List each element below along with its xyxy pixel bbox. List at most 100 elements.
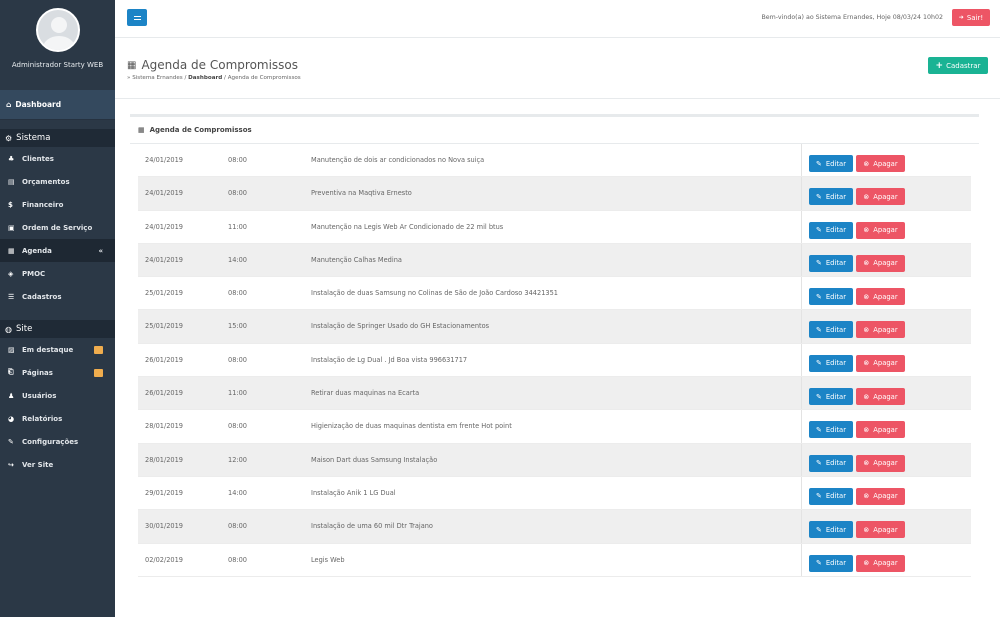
sidebar-item-ordem-de-servi-o[interactable]: ▣ Ordem de Serviço: [0, 216, 115, 239]
edit-button[interactable]: ✎ Editar: [809, 354, 853, 372]
sidebar-item-dashboard[interactable]: ⌂ Dashboard: [0, 90, 115, 120]
row-actions: ✎ Editar ⊗ Apagar: [809, 487, 905, 505]
sidebar: Administrador Starty WEB ⌂ Dashboard ⚙ S…: [0, 0, 115, 617]
delete-label: Apagar: [873, 259, 898, 268]
layers-icon: ◈: [8, 269, 14, 278]
globe-icon: ◍: [5, 324, 12, 334]
sidebar-item-label: Páginas: [22, 368, 53, 377]
cadastrar-button[interactable]: + Cadastrar: [928, 57, 988, 74]
appointment-date: 25/01/2019: [145, 322, 184, 331]
sidebar-item-cadastros[interactable]: ☰ Cadastros: [0, 285, 115, 308]
pencil-icon: ✎: [816, 425, 822, 434]
edit-label: Editar: [825, 559, 846, 568]
delete-button[interactable]: ⊗ Apagar: [856, 321, 905, 339]
delete-button[interactable]: ⊗ Apagar: [856, 521, 905, 539]
edit-button[interactable]: ✎ Editar: [809, 421, 853, 439]
delete-button[interactable]: ⊗ Apagar: [856, 155, 905, 172]
collapse-chevron-icon: «: [98, 246, 103, 255]
sidebar-item-clientes[interactable]: ♣ Clientes: [0, 147, 115, 170]
row-actions: ✎ Editar ⊗ Apagar: [809, 288, 905, 306]
sidebar-item-label: Financeiro: [22, 200, 64, 209]
delete-button[interactable]: ⊗ Apagar: [856, 421, 905, 439]
edit-button[interactable]: ✎ Editar: [809, 554, 853, 572]
sidebar-item-or-amentos[interactable]: ▤ Orçamentos: [0, 170, 115, 193]
table-row: 25/01/2019 15:00 Instalação de Springer Us…: [138, 310, 971, 344]
sidebar-item-label: PMOC: [22, 269, 46, 278]
calendar-icon: ▦: [127, 59, 137, 71]
edit-button[interactable]: ✎ Editar: [809, 454, 853, 472]
edit-label: Editar: [825, 425, 846, 434]
pencil-icon: ✎: [816, 492, 822, 501]
breadcrumb-root[interactable]: » Sistema Ernandes: [127, 75, 183, 81]
gear-icon: ⚙: [5, 133, 13, 143]
appointment-date: 24/01/2019: [145, 189, 184, 198]
edit-button[interactable]: ✎ Editar: [809, 487, 853, 505]
appointment-date: 28/01/2019: [145, 455, 184, 464]
edit-button[interactable]: ✎ Editar: [809, 321, 853, 339]
dollar-icon: $: [8, 200, 13, 209]
appointment-date: 28/01/2019: [145, 422, 184, 431]
appointment-date: 02/02/2019: [145, 555, 184, 564]
delete-label: Apagar: [873, 325, 898, 334]
sidebar-item-relat-rios[interactable]: ◕ Relatórios: [0, 407, 115, 430]
page-title-text: Agenda de Compromissos: [141, 58, 299, 72]
delete-button[interactable]: ⊗ Apagar: [856, 554, 905, 572]
column-divider: [801, 476, 802, 510]
edit-button[interactable]: ✎ Editar: [809, 521, 853, 539]
edit-button[interactable]: ✎ Editar: [809, 155, 853, 172]
delete-button[interactable]: ⊗ Apagar: [856, 454, 905, 472]
column-divider: [801, 443, 802, 476]
appointments-list: 24/01/2019 08:00 Manutenção de dois ar con…: [130, 144, 979, 577]
sidebar-item-usu-rios[interactable]: ♟ Usuários: [0, 384, 115, 407]
delete-button[interactable]: ⊗ Apagar: [856, 487, 905, 505]
calendar-icon: ▦: [8, 246, 15, 255]
delete-button[interactable]: ⊗ Apagar: [856, 288, 905, 306]
sidebar-item-label: Em destaque: [22, 345, 74, 354]
delete-button[interactable]: ⊗ Apagar: [856, 188, 905, 206]
delete-circle-icon: ⊗: [863, 159, 870, 168]
appointment-date: 29/01/2019: [145, 488, 184, 497]
pencil-icon: ✎: [816, 559, 822, 568]
sidebar-item-agenda[interactable]: ▦ Agenda «: [0, 239, 115, 262]
sidebar-item-ver-site[interactable]: ↪ Ver Site: [0, 453, 115, 476]
edit-button[interactable]: ✎ Editar: [809, 388, 853, 406]
sidebar-item-financeiro[interactable]: $ Financeiro: [0, 193, 115, 216]
row-actions: ✎ Editar ⊗ Apagar: [809, 521, 905, 539]
sidebar-item-p-ginas[interactable]: ⎗ Páginas: [0, 361, 115, 384]
edit-button[interactable]: ✎ Editar: [809, 288, 853, 306]
appointment-description: Retirar duas maquinas na Ecarta: [311, 389, 420, 398]
sidebar-section-sistema[interactable]: ⚙ Sistema: [0, 129, 115, 147]
avatar[interactable]: [35, 8, 80, 52]
delete-circle-icon: ⊗: [863, 325, 870, 334]
delete-button[interactable]: ⊗ Apagar: [856, 354, 905, 372]
sidebar-item-em-destaque[interactable]: ▨ Em destaque: [0, 338, 115, 361]
edit-button[interactable]: ✎ Editar: [809, 188, 853, 206]
logout-button[interactable]: ➜ Sair!: [952, 9, 990, 26]
appointment-date: 26/01/2019: [145, 389, 184, 398]
sidebar-item-label: Usuários: [22, 391, 57, 400]
sidebar-item-configura-es[interactable]: ✎ Configurações: [0, 430, 115, 453]
delete-button[interactable]: ⊗ Apagar: [856, 221, 905, 239]
appointment-description: Maison Dart duas Samsung Instalação: [311, 455, 438, 464]
delete-button[interactable]: ⊗ Apagar: [856, 388, 905, 406]
delete-circle-icon: ⊗: [863, 559, 870, 568]
sidebar-item-pmoc[interactable]: ◈ PMOC: [0, 262, 115, 285]
avatar-body-shape: [42, 36, 75, 50]
avatar-head-shape: [50, 17, 67, 33]
appointment-time: 08:00: [228, 555, 248, 564]
appointment-description: Manutenção de dois ar condicionados no N…: [311, 156, 485, 164]
edit-button[interactable]: ✎ Editar: [809, 254, 853, 272]
delete-circle-icon: ⊗: [863, 392, 870, 401]
sidebar-section-site[interactable]: ◍ Site: [0, 320, 115, 338]
sidebar-item-label: Ver Site: [22, 460, 54, 469]
row-actions: ✎ Editar ⊗ Apagar: [809, 388, 905, 406]
breadcrumb-dashboard[interactable]: Dashboard: [188, 75, 222, 81]
row-actions: ✎ Editar ⊗ Apagar: [809, 454, 905, 472]
menu-toggle-button[interactable]: [127, 9, 147, 26]
sidebar-item-label: Dashboard: [15, 100, 62, 109]
appointment-description: Instalação Anik 1 LG Dual: [311, 488, 396, 497]
logout-label: Sair!: [966, 13, 984, 22]
delete-button[interactable]: ⊗ Apagar: [856, 254, 905, 272]
edit-button[interactable]: ✎ Editar: [809, 221, 853, 239]
pencil-icon: ✎: [816, 392, 822, 401]
